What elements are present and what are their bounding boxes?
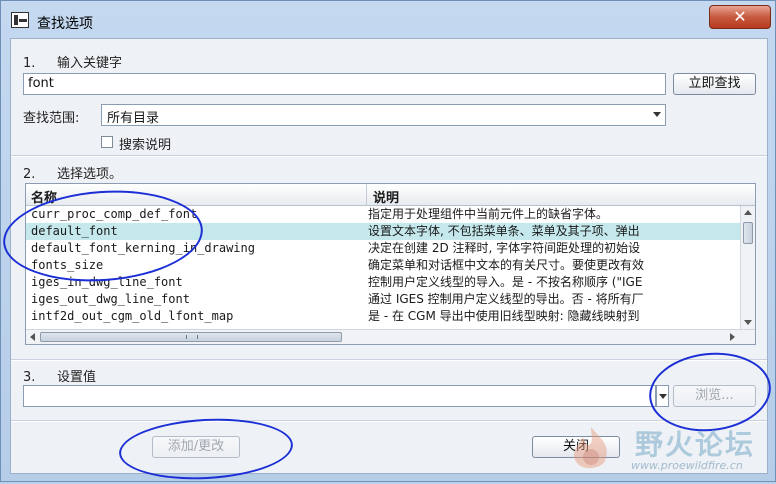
flame-logo-icon — [573, 427, 607, 469]
option-description-cell: 确定菜单和对话框中文本的有关尺寸。要使更改有效 — [368, 258, 645, 272]
horizontal-scrollbar[interactable] — [26, 329, 755, 344]
option-description-cell: 控制用户定义线型的导入。是 - 不按名称顺序 ("IGE — [368, 275, 643, 289]
scroll-up-icon[interactable] — [744, 210, 752, 215]
option-description-cell: 决定在创建 2D 注释时, 字体字符间距处理的初始设 — [368, 241, 641, 255]
scroll-thumb[interactable] — [743, 222, 753, 244]
search-description-label: 搜索说明 — [119, 138, 172, 153]
table-row[interactable]: fonts_size 确定菜单和对话框中文本的有关尺寸。要使更改有效 — [26, 257, 741, 274]
option-name-cell: curr_proc_comp_def_font — [31, 207, 198, 221]
scope-label: 查找范围: — [23, 111, 80, 126]
scroll-right-icon[interactable] — [730, 333, 735, 341]
option-name-cell: intf2d_out_cgm_old_lfont_map — [31, 309, 234, 323]
option-name-cell: default_font — [31, 224, 118, 238]
column-divider[interactable] — [366, 184, 367, 206]
table-row[interactable]: iges_in_dwg_line_font 控制用户定义线型的导入。是 - 不按名… — [26, 274, 741, 291]
option-description-cell: 设置文本字体, 不包括菜单条、菜单及其子项、弹出 — [368, 224, 640, 238]
scope-value: 所有目录 — [107, 111, 160, 126]
table-row[interactable]: iges_out_dwg_line_font 通过 IGES 控制用户定义线型的导… — [26, 291, 741, 308]
search-now-button[interactable]: 立即查找 — [673, 73, 756, 95]
watermark-url: www.proewildfire.cn — [631, 459, 743, 472]
search-description-checkbox[interactable] — [101, 136, 113, 148]
scroll-left-icon[interactable] — [30, 333, 35, 341]
chevron-down-icon — [653, 112, 661, 117]
window-title: 查找选项 — [37, 16, 93, 32]
value-dropdown-button[interactable] — [656, 385, 669, 407]
window-close-button[interactable]: ✕ — [709, 5, 771, 29]
option-name-cell: default_font_kerning_in_drawing — [31, 241, 255, 255]
option-name-cell: fonts_size — [31, 258, 104, 272]
grip-icon — [186, 335, 198, 339]
dialog-body: 1. 输入关键字 font 立即查找 查找范围: 所有目录 搜索说明 2. 选择选项… — [10, 38, 768, 474]
option-description-cell: 通过 IGES 控制用户定义线型的导出。否 - 将所有厂 — [368, 292, 644, 306]
option-name-cell: iges_out_dwg_line_font — [31, 292, 190, 306]
watermark: 野火论坛 www.proewildfire.cn — [561, 419, 771, 479]
title-bar[interactable]: 查找选项 ✕ — [1, 1, 775, 37]
table-row[interactable]: default_font_kerning_in_drawing 决定在创建 2D … — [26, 240, 741, 257]
options-table[interactable]: 名称 说明 curr_proc_comp_def_font 指定用于处理组件中当前… — [25, 183, 756, 345]
vertical-scrollbar[interactable] — [740, 206, 755, 329]
table-row[interactable]: intf2d_out_cgm_old_lfont_map 是 - 在 CGM 导出… — [26, 308, 741, 325]
column-header-description[interactable]: 说明 — [373, 187, 399, 206]
table-rows: curr_proc_comp_def_font 指定用于处理组件中当前元件上的缺省… — [26, 206, 741, 325]
divider — [11, 155, 767, 157]
keyword-input[interactable]: font — [23, 73, 666, 95]
add-change-button[interactable]: 添加/更改 — [152, 436, 240, 458]
app-icon — [11, 12, 29, 28]
browse-button[interactable]: 浏览... — [673, 385, 756, 407]
section-3-label: 3. 设置值 — [23, 370, 97, 385]
watermark-text: 野火论坛 — [635, 428, 756, 461]
scroll-down-icon[interactable] — [744, 320, 752, 325]
horizontal-scroll-thumb[interactable] — [40, 332, 342, 342]
value-input[interactable] — [23, 385, 656, 407]
option-name-cell: iges_in_dwg_line_font — [31, 275, 183, 289]
find-options-dialog: 查找选项 ✕ 1. 输入关键字 font 立即查找 查找范围: 所有目录 搜索说明… — [0, 0, 776, 484]
option-description-cell: 指定用于处理组件中当前元件上的缺省字体。 — [368, 207, 609, 221]
table-header: 名称 说明 — [26, 184, 755, 206]
scope-select[interactable]: 所有目录 — [101, 104, 666, 126]
table-row[interactable]: default_font 设置文本字体, 不包括菜单条、菜单及其子项、弹出 — [26, 223, 741, 240]
divider — [11, 359, 767, 361]
option-description-cell: 是 - 在 CGM 导出中使用旧线型映射: 隐藏线映射到 — [368, 309, 640, 323]
column-header-name[interactable]: 名称 — [31, 187, 57, 206]
table-row[interactable]: curr_proc_comp_def_font 指定用于处理组件中当前元件上的缺省… — [26, 206, 741, 223]
section-1-label: 1. 输入关键字 — [23, 56, 123, 71]
chevron-down-icon — [659, 394, 667, 399]
section-2-label: 2. 选择选项。 — [23, 167, 123, 182]
